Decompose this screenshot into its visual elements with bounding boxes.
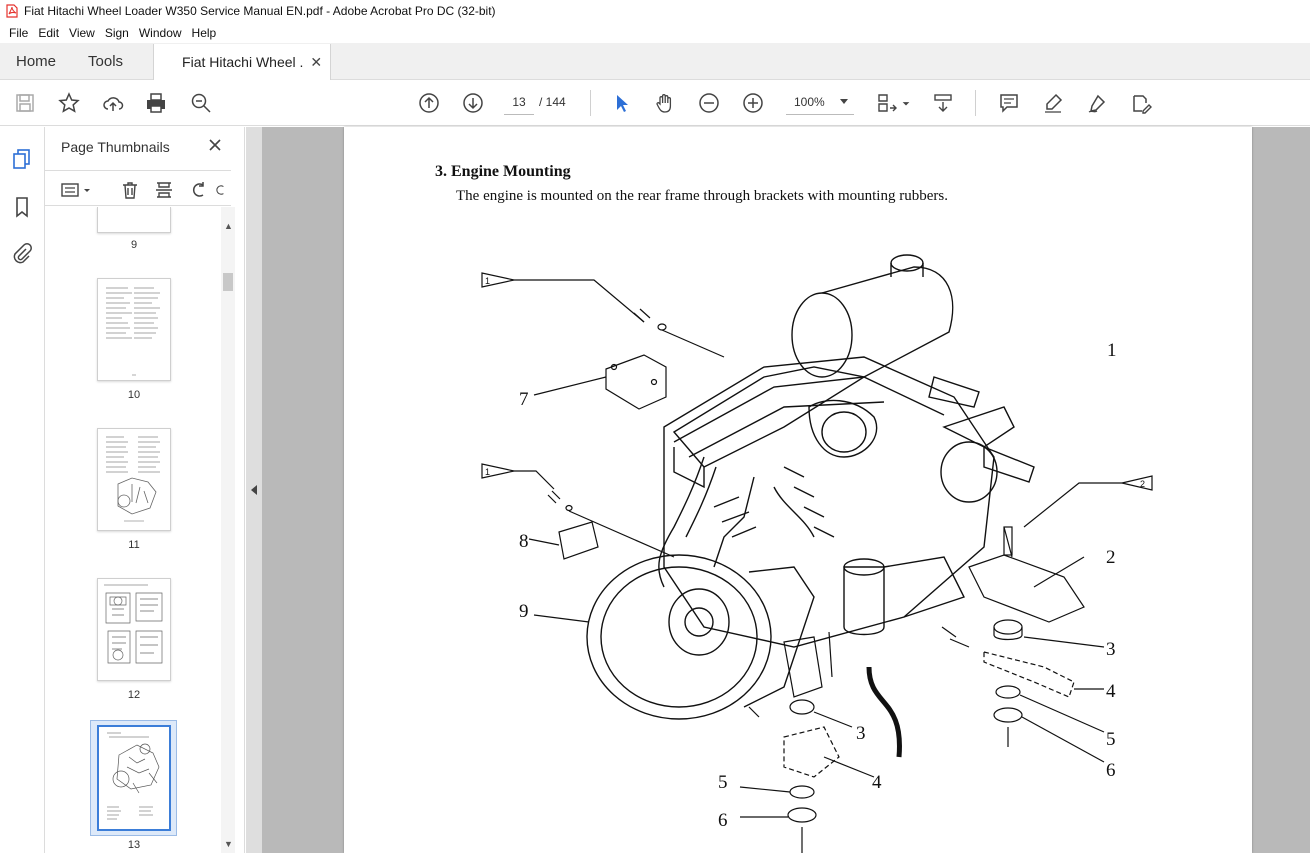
thumbnail-label: 10	[127, 389, 141, 401]
page-thumbnails-panel: Page Thumbnails 9 10 11 12 13 ▲ ▼	[45, 127, 245, 853]
zoom-search-icon[interactable]	[188, 90, 214, 116]
menu-sign[interactable]: Sign	[100, 26, 134, 40]
collapse-panel-handle[interactable]	[246, 127, 262, 853]
thumbnail-label: 11	[128, 539, 140, 551]
thumbnail-label: 9	[130, 239, 138, 251]
callout-number: 4	[872, 772, 882, 793]
thumbnail-label: 12	[127, 689, 141, 701]
save-icon[interactable]	[12, 90, 38, 116]
close-panel-icon[interactable]	[205, 135, 225, 155]
scroll-up-icon[interactable]: ▲	[224, 221, 233, 231]
next-page-icon[interactable]	[460, 90, 486, 116]
share-edit-icon[interactable]	[1128, 90, 1154, 116]
insert-page-icon[interactable]	[153, 179, 175, 201]
thumbnail-page-10[interactable]	[97, 278, 171, 381]
menu-view[interactable]: View	[64, 26, 100, 40]
tab-bar: Home Tools Fiat Hitachi Wheel ... ✕	[0, 43, 1310, 80]
callout-number: 1	[1107, 340, 1117, 361]
rotate-page-icon[interactable]	[187, 179, 209, 201]
callout-number: 3	[1106, 639, 1116, 660]
zoom-in-icon[interactable]	[740, 90, 766, 116]
menu-edit[interactable]: Edit	[33, 26, 64, 40]
tab-tools[interactable]: Tools	[72, 43, 139, 79]
scroll-mode-icon[interactable]	[930, 90, 956, 116]
page-thumbnails-icon[interactable]	[10, 147, 34, 171]
page-total-label: / 144	[539, 95, 566, 109]
sign-pen-icon[interactable]	[1084, 90, 1110, 116]
upload-cloud-icon[interactable]	[100, 90, 126, 116]
window-title: Fiat Hitachi Wheel Loader W350 Service M…	[24, 4, 496, 18]
thumbnail-page-12[interactable]	[97, 578, 171, 681]
pdf-page: 3. Engine Mounting The engine is mounted…	[344, 127, 1252, 853]
flag-label: 1	[485, 467, 490, 477]
collapse-arrow-icon	[251, 485, 257, 495]
thumbnail-scrollbar[interactable]: ▲ ▼	[221, 207, 235, 853]
callout-number: 4	[1106, 681, 1116, 702]
zoom-level-select[interactable]: 100%	[786, 89, 854, 115]
hand-tool-icon[interactable]	[652, 90, 678, 116]
callout-number: 9	[519, 601, 529, 622]
previous-page-icon[interactable]	[416, 90, 442, 116]
menu-help[interactable]: Help	[187, 26, 222, 40]
rotate-clockwise-icon[interactable]	[215, 179, 229, 201]
flag-label: 1	[485, 276, 490, 286]
toolbar-divider	[975, 90, 976, 116]
highlight-pen-icon[interactable]	[1040, 90, 1066, 116]
menu-file[interactable]: File	[4, 26, 33, 40]
menu-bar: File Edit View Sign Window Help	[0, 22, 1310, 43]
menu-window[interactable]: Window	[134, 26, 187, 40]
toolbar-divider	[590, 90, 591, 116]
callout-number: 5	[1106, 729, 1116, 750]
callout-number: 6	[1106, 760, 1116, 781]
acrobat-logo-icon	[6, 4, 18, 18]
comment-icon[interactable]	[996, 90, 1022, 116]
thumbnail-page-9[interactable]	[97, 207, 171, 233]
select-cursor-icon[interactable]	[608, 90, 634, 116]
callout-number: 3	[856, 723, 866, 744]
bookmarks-icon[interactable]	[10, 195, 34, 219]
title-bar: Fiat Hitachi Wheel Loader W350 Service M…	[0, 0, 1310, 22]
thumbnail-label: 13	[127, 839, 141, 851]
attachments-icon[interactable]	[10, 241, 34, 265]
callout-number: 6	[718, 810, 728, 831]
page-number-input[interactable]: 13	[504, 89, 534, 115]
left-rail	[0, 127, 45, 853]
zoom-level-value: 100%	[794, 94, 825, 109]
scroll-down-icon[interactable]: ▼	[224, 839, 233, 849]
thumbnail-page-11[interactable]	[97, 428, 171, 531]
main-toolbar	[0, 80, 1310, 126]
thumbnail-page-13[interactable]	[97, 725, 171, 831]
panel-title: Page Thumbnails	[61, 139, 170, 155]
panel-toolbar	[45, 170, 231, 206]
options-menu-icon[interactable]	[59, 179, 93, 201]
zoom-dropdown-icon	[840, 99, 848, 104]
delete-page-icon[interactable]	[119, 179, 141, 201]
flag-label: 2	[1140, 479, 1145, 489]
thumbnail-list: 9 10 11 12 13	[45, 207, 221, 853]
tab-home[interactable]: Home	[0, 43, 72, 79]
scrollbar-thumb[interactable]	[223, 273, 233, 291]
page-fit-dropdown-icon[interactable]	[900, 90, 912, 116]
tab-document[interactable]: Fiat Hitachi Wheel ... ✕	[153, 44, 332, 80]
zoom-out-icon[interactable]	[696, 90, 722, 116]
page-fit-icon[interactable]	[874, 90, 900, 116]
document-tab-label: Fiat Hitachi Wheel ...	[182, 54, 305, 70]
callout-number: 2	[1106, 547, 1116, 568]
engine-mounting-diagram: 1 1 2 1 2 3 4 5 6 7 8 9 3 4 5 6	[481, 254, 1153, 853]
close-tab-icon[interactable]: ✕	[310, 54, 322, 71]
callout-number: 8	[519, 531, 529, 552]
print-icon[interactable]	[143, 90, 169, 116]
bookmark-star-icon[interactable]	[56, 90, 82, 116]
callout-number: 5	[718, 772, 728, 793]
callout-number: 7	[519, 389, 529, 410]
